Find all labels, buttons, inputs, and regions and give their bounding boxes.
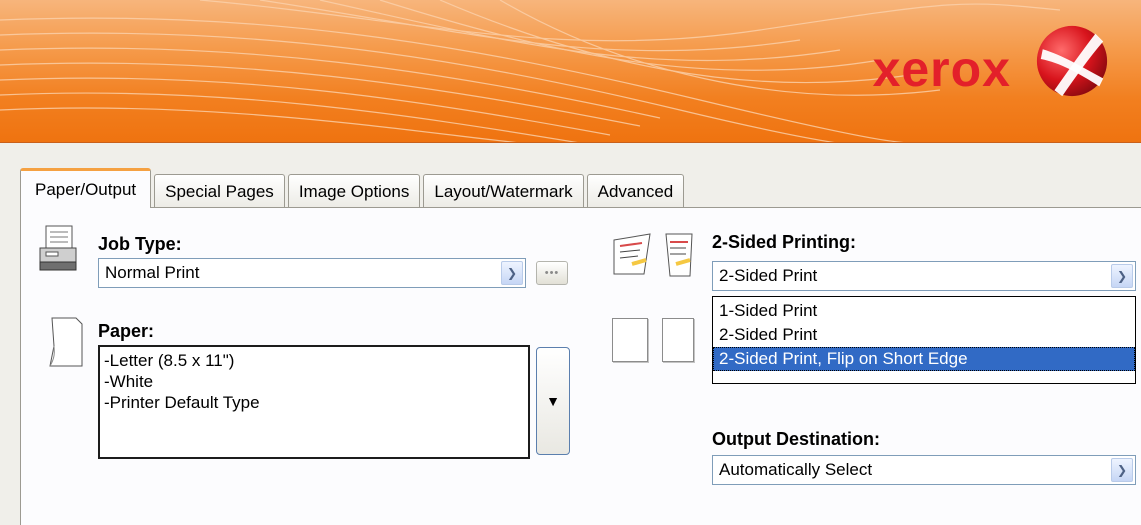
- paper-color-line: -White: [104, 372, 154, 391]
- option-2-sided-print[interactable]: 2-Sided Print: [713, 323, 1135, 347]
- tab-advanced[interactable]: Advanced: [586, 174, 685, 208]
- blank-page-icon: [662, 318, 694, 362]
- chevron-down-icon[interactable]: ❯: [1111, 458, 1133, 482]
- triangle-down-icon: ▼: [546, 393, 560, 409]
- paper-summary-box[interactable]: -Letter (8.5 x 11") -White -Printer Defa…: [98, 345, 530, 459]
- two-sided-value: 2-Sided Print: [719, 266, 818, 285]
- paper-options-button[interactable]: ▼: [536, 347, 570, 455]
- job-type-label: Job Type:: [98, 234, 182, 254]
- two-sided-select[interactable]: 2-Sided Print ❯: [712, 261, 1136, 291]
- chevron-down-icon[interactable]: ❯: [501, 261, 523, 285]
- chevron-down-icon[interactable]: ❯: [1111, 264, 1133, 288]
- paper-type-line: -Printer Default Type: [104, 393, 260, 412]
- job-type-more-button[interactable]: •••: [536, 261, 568, 285]
- two-sided-dropdown-list[interactable]: 1-Sided Print 2-Sided Print 2-Sided Prin…: [712, 296, 1136, 384]
- output-destination-value: Automatically Select: [719, 460, 873, 479]
- brand-logo-text: xerox: [872, 41, 1011, 97]
- two-sided-label: 2-Sided Printing:: [712, 232, 856, 252]
- job-type-select[interactable]: Normal Print ❯: [98, 258, 526, 288]
- xerox-sphere-icon: [1036, 25, 1108, 97]
- tab-special-pages[interactable]: Special Pages: [154, 174, 285, 208]
- paper-size-line: -Letter (8.5 x 11"): [104, 351, 235, 370]
- paper-sheet-icon: [49, 317, 83, 367]
- option-1-sided-print[interactable]: 1-Sided Print: [713, 299, 1135, 323]
- header-banner: xerox: [0, 0, 1141, 143]
- option-2-sided-flip-short-edge[interactable]: 2-Sided Print, Flip on Short Edge: [713, 347, 1135, 371]
- paper-label: Paper:: [98, 321, 155, 341]
- tab-strip: Paper/Output Special Pages Image Options…: [20, 168, 687, 208]
- output-destination-select[interactable]: Automatically Select ❯: [712, 455, 1136, 485]
- blank-page-icon: [612, 318, 648, 362]
- output-destination-label: Output Destination:: [712, 429, 880, 449]
- printer-icon: [39, 225, 77, 271]
- duplex-pages-icon: [613, 233, 693, 277]
- tab-layout-watermark[interactable]: Layout/Watermark: [423, 174, 584, 208]
- tab-image-options[interactable]: Image Options: [287, 174, 421, 208]
- job-type-value: Normal Print: [105, 263, 200, 282]
- tab-paper-output[interactable]: Paper/Output: [20, 168, 152, 208]
